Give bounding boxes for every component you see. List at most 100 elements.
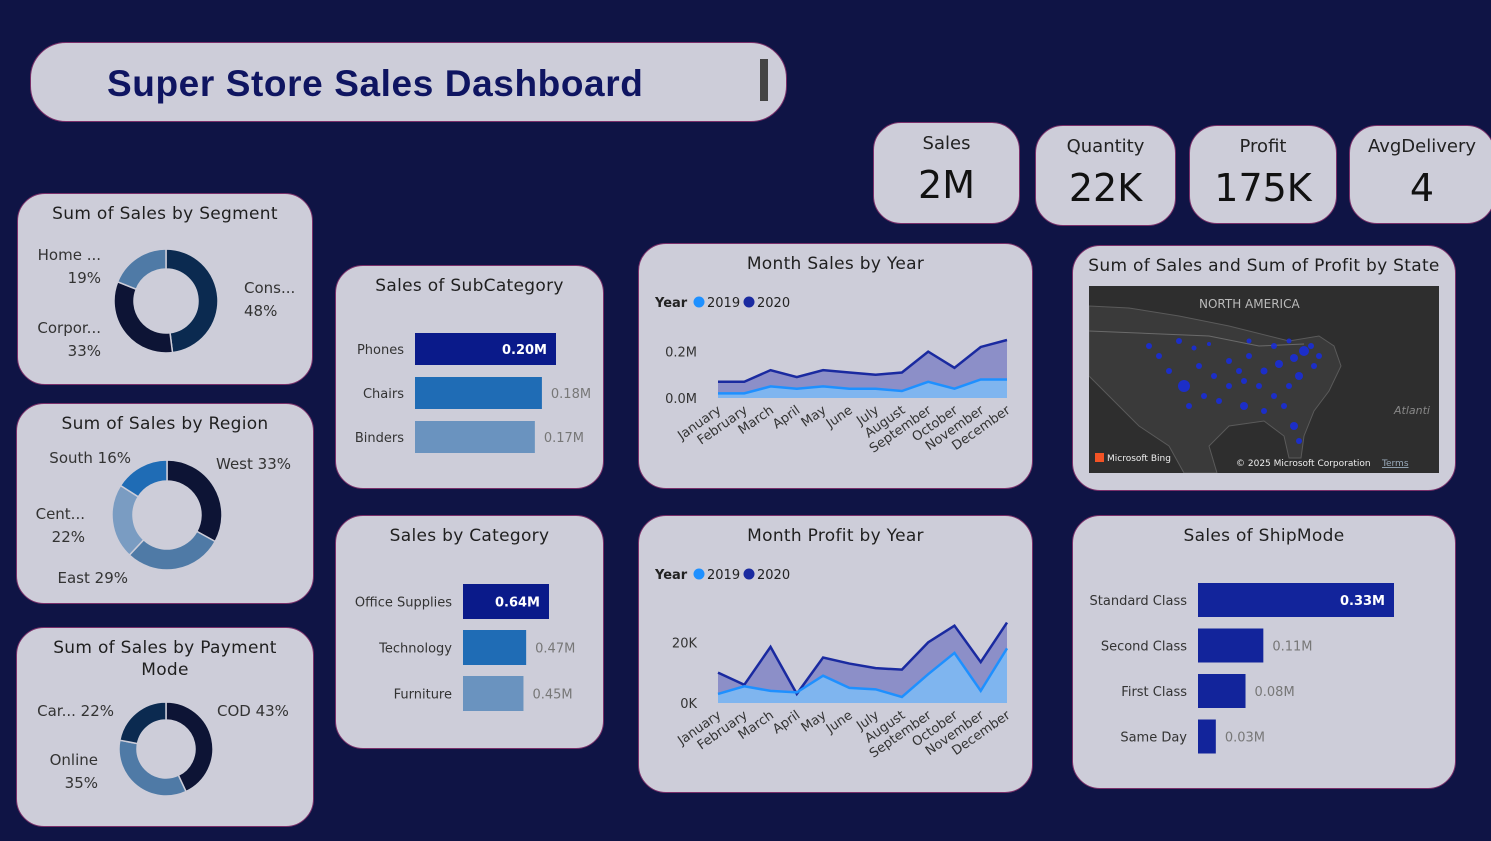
segment-donut-chart: Cons... 48% Corpor... 33% Home ... 19% — [37, 246, 295, 360]
microsoft-logo-icon — [1095, 453, 1104, 462]
legend-entry[interactable]: 2020 — [757, 296, 790, 311]
state-bubble[interactable] — [1191, 345, 1197, 351]
donut-slice[interactable] — [113, 280, 174, 354]
subcategory-bar-card[interactable]: Sales of SubCategory Phones 0.20M Chairs 0.… — [335, 265, 604, 489]
state-bubble[interactable] — [1275, 360, 1283, 368]
segment-pct-corporate: 33% — [68, 342, 101, 360]
state-bubble[interactable] — [1271, 343, 1277, 349]
bar[interactable] — [463, 676, 524, 711]
state-bubble[interactable] — [1196, 363, 1202, 369]
state-bubble[interactable] — [1246, 338, 1252, 344]
state-bubble[interactable] — [1271, 393, 1277, 399]
state-bubble[interactable] — [1236, 368, 1242, 374]
state-bubble[interactable] — [1176, 338, 1182, 344]
bar-category-label: Standard Class — [1090, 594, 1188, 609]
bar[interactable] — [1198, 628, 1264, 663]
shipmode-bar-card[interactable]: Sales of ShipMode Standard Class 0.33M Sec… — [1072, 515, 1456, 789]
bar[interactable] — [415, 421, 535, 453]
region-label-central: Cent... — [36, 505, 85, 523]
text-cursor — [760, 59, 768, 101]
legend-entry[interactable]: 2019 — [707, 568, 740, 583]
kpi-card-avgdelivery[interactable]: AvgDelivery 4 — [1349, 125, 1491, 224]
bar-category-label: Furniture — [394, 688, 452, 703]
kpi-value: 175K — [1214, 166, 1312, 210]
state-bubble[interactable] — [1286, 383, 1292, 389]
state-bubble[interactable] — [1290, 354, 1298, 362]
state-bubble[interactable] — [1311, 363, 1317, 369]
donut-slice[interactable] — [165, 248, 219, 354]
kpi-card-profit[interactable]: Profit 175K — [1189, 125, 1337, 224]
donut-slice[interactable] — [118, 739, 188, 797]
legend-entry[interactable]: 2020 — [757, 568, 790, 583]
state-bubble[interactable] — [1296, 438, 1302, 444]
state-bubble[interactable] — [1241, 378, 1247, 384]
donut-slice[interactable] — [128, 530, 217, 571]
state-bubble[interactable] — [1240, 402, 1248, 410]
state-bubble[interactable] — [1166, 368, 1172, 374]
state-bubble[interactable] — [1226, 383, 1232, 389]
ocean-label: Atlanti — [1393, 404, 1430, 417]
bar-category-label: Technology — [378, 642, 452, 657]
state-bubble[interactable] — [1308, 343, 1314, 349]
state-bubble[interactable] — [1261, 408, 1267, 414]
state-bubble[interactable] — [1295, 372, 1303, 380]
copyright-text: © 2025 Microsoft Corporation — [1236, 459, 1371, 469]
bar[interactable] — [463, 630, 527, 665]
donut-slice[interactable] — [118, 701, 167, 745]
bar[interactable] — [1198, 719, 1216, 754]
legend-entry[interactable]: 2019 — [707, 296, 740, 311]
state-bubble[interactable] — [1286, 338, 1292, 344]
state-bubble[interactable] — [1281, 403, 1287, 409]
bar-data-label: 0.20M — [502, 343, 547, 358]
bar[interactable] — [1198, 674, 1246, 708]
state-bubble[interactable] — [1246, 353, 1252, 359]
state-bubble[interactable] — [1178, 380, 1190, 392]
region-label: NORTH AMERICA — [1199, 297, 1300, 311]
segment-pct-consumer: 48% — [244, 302, 277, 320]
kpi-label: Sales — [922, 133, 971, 154]
dashboard-title: Super Store Sales Dashboard — [107, 63, 644, 104]
region-donut-card[interactable]: Sum of Sales by Region West 33% East 29%… — [16, 403, 314, 604]
subcategory-bar-chart: Phones 0.20M Chairs 0.18M Binders 0.17M — [355, 333, 591, 453]
title-banner: Super Store Sales Dashboard — [30, 42, 787, 122]
donut-slice[interactable] — [116, 248, 167, 291]
state-bubble[interactable] — [1290, 422, 1298, 430]
payment-donut-card[interactable]: Sum of Sales by Payment Mode COD 43% Onl… — [16, 627, 314, 827]
state-map-card[interactable]: Sum of Sales and Sum of Profit by State … — [1072, 245, 1456, 491]
state-bubble[interactable] — [1156, 353, 1162, 359]
month-profit-card[interactable]: Month Profit by Year Year 2019 2020 0K 20K Ja… — [638, 515, 1033, 793]
donut-slice[interactable] — [166, 459, 223, 543]
bar-data-label: 0.03M — [1225, 731, 1265, 746]
month-sales-area-chart: Year 2019 20200.0M0.2MJanuaryFebruaryMarch… — [654, 296, 1014, 456]
month-sales-card[interactable]: Month Sales by Year Year 2019 2020 0.0M 0.2M… — [638, 243, 1033, 489]
kpi-card-quantity[interactable]: Quantity 22K — [1035, 125, 1176, 226]
y-tick-label: 0.2M — [665, 346, 697, 361]
state-bubble[interactable] — [1256, 383, 1262, 389]
month-profit-area-chart: Year 2019 20200K20KJanuaryFebruaryMarchApr… — [654, 568, 1014, 761]
payment-label-cod: COD 43% — [217, 702, 289, 720]
state-bubble[interactable] — [1207, 342, 1211, 346]
category-bar-card[interactable]: Sales by Category Office Supplies 0.64M Te… — [335, 515, 604, 749]
state-bubble[interactable] — [1146, 343, 1152, 349]
state-bubble[interactable] — [1201, 393, 1207, 399]
kpi-card-sales[interactable]: Sales 2M — [873, 122, 1020, 224]
bar-data-label: 0.17M — [544, 431, 584, 446]
map-canvas: NORTH AMERICA Atlanti Microsoft Bing © 2… — [1089, 297, 1430, 473]
terms-link[interactable]: Terms — [1381, 459, 1409, 469]
x-tick-label: June — [823, 708, 856, 737]
segment-donut-card[interactable]: Sum of Sales by Segment Cons... 48% Corp… — [17, 193, 313, 385]
bar-category-label: Binders — [355, 431, 404, 446]
bar[interactable] — [415, 377, 542, 409]
kpi-value: 2M — [918, 163, 975, 207]
state-bubble[interactable] — [1299, 346, 1309, 356]
state-bubble[interactable] — [1211, 373, 1217, 379]
legend-title: Year — [654, 296, 688, 311]
legend-marker — [743, 568, 755, 580]
state-bubble[interactable] — [1216, 398, 1222, 404]
segment-label-consumer: Cons... — [244, 279, 295, 297]
state-bubble[interactable] — [1186, 403, 1192, 409]
state-map[interactable]: NORTH AMERICA Atlanti Microsoft Bing © 2… — [1089, 286, 1439, 473]
state-bubble[interactable] — [1316, 353, 1322, 359]
state-bubble[interactable] — [1226, 358, 1232, 364]
state-bubble[interactable] — [1260, 367, 1268, 375]
